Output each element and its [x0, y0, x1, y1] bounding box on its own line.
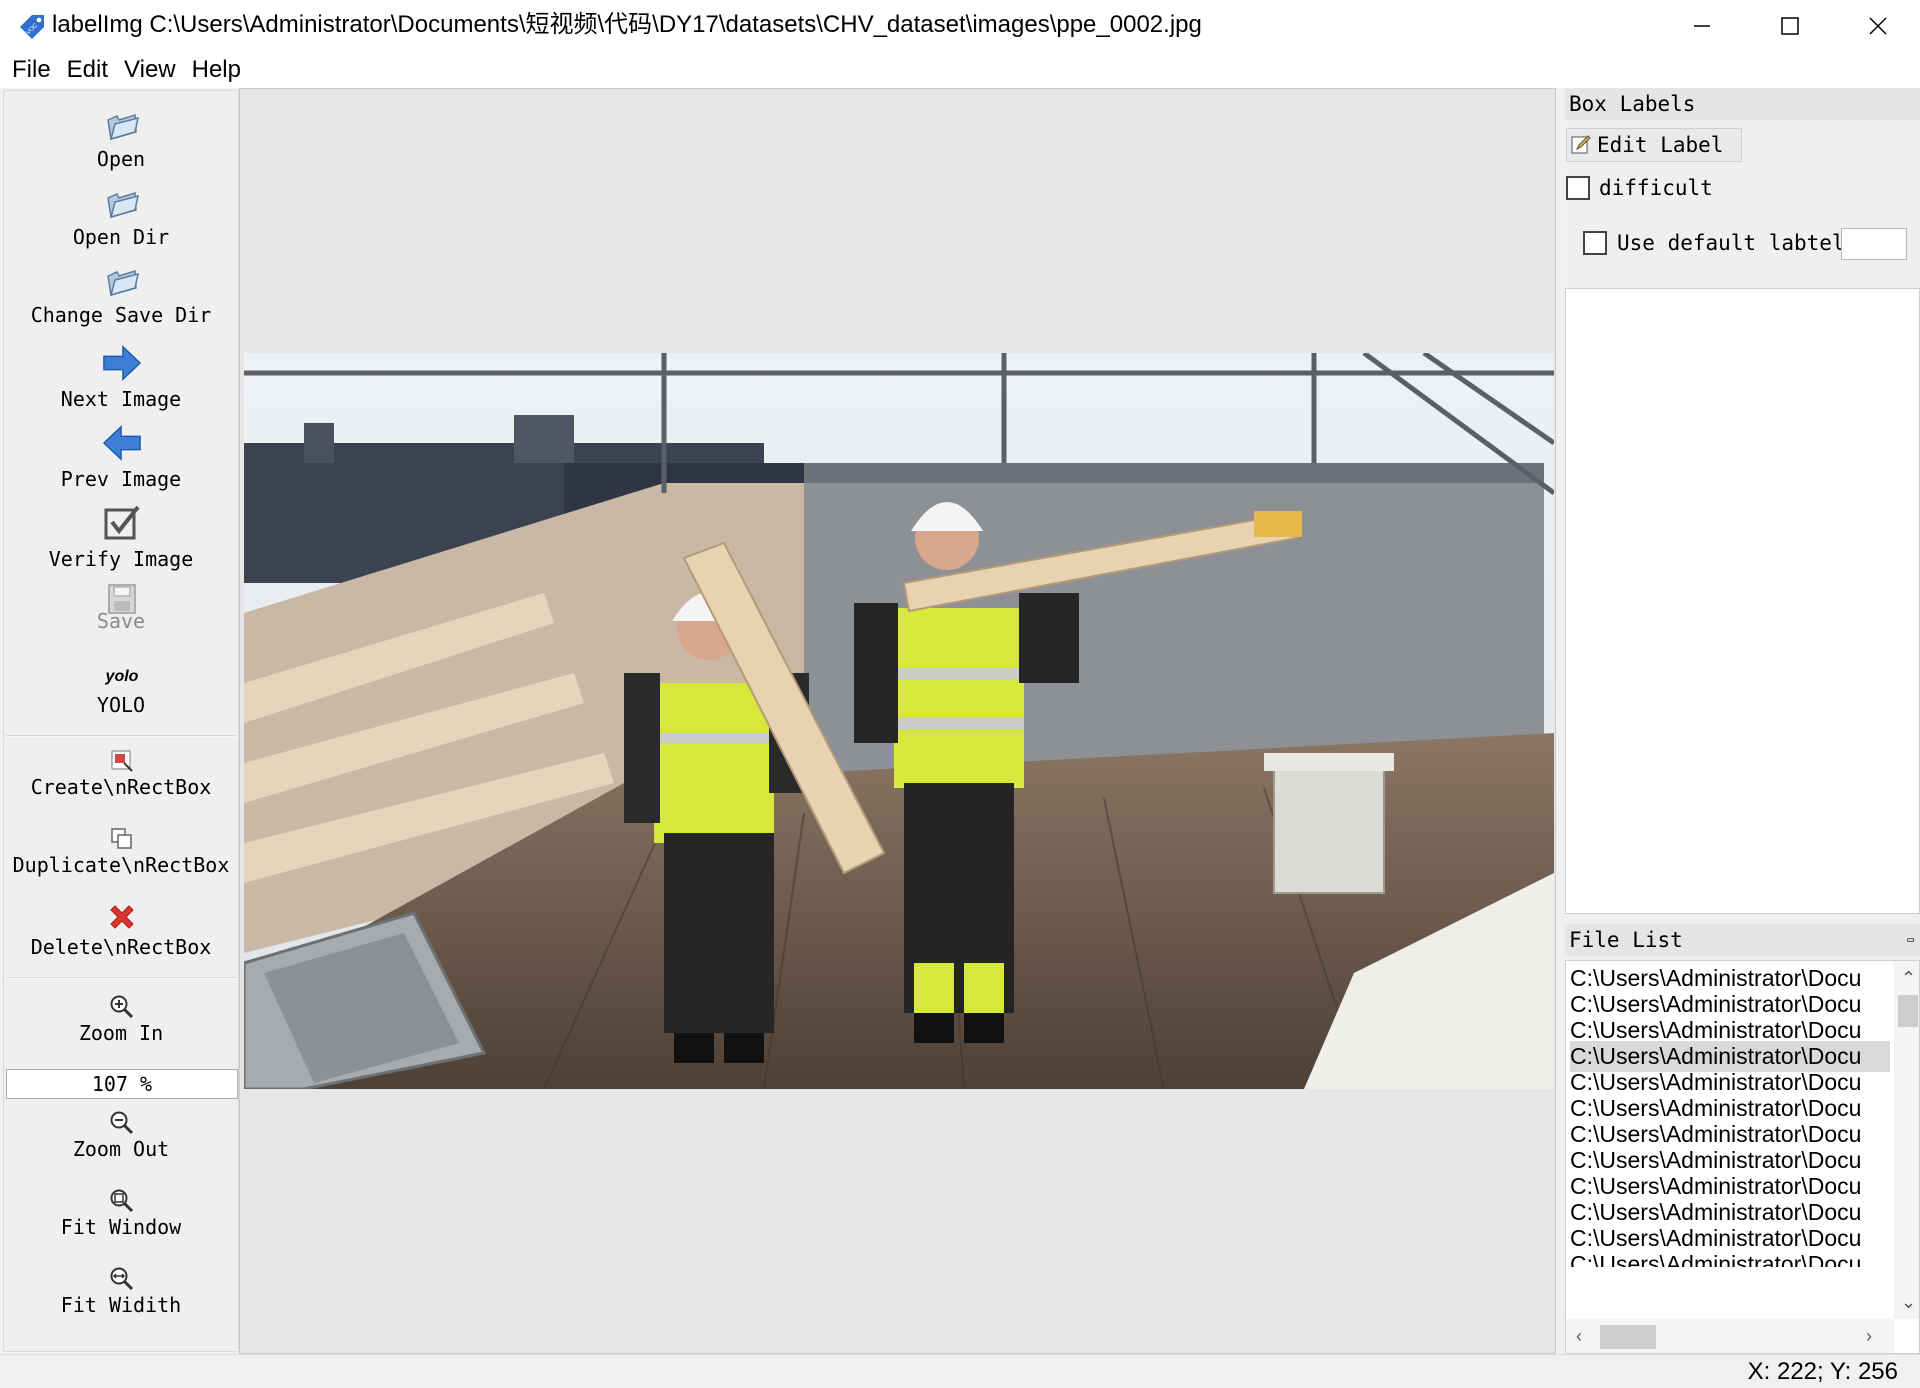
- toolbar-separator: [6, 735, 236, 737]
- scroll-down-icon[interactable]: ⌄: [1901, 1293, 1916, 1311]
- prev-image-button[interactable]: Prev Image: [4, 421, 238, 493]
- folder-open-icon: [102, 185, 142, 225]
- maximize-icon: [1781, 17, 1799, 35]
- minimize-icon: [1694, 25, 1710, 27]
- label-list[interactable]: [1565, 288, 1920, 914]
- right-dock: Box Labels Edit Label difficult Use defa…: [1563, 88, 1920, 1354]
- arrow-left-icon: [102, 423, 142, 463]
- next-image-label: Next Image: [60, 387, 182, 411]
- checkbox-checked-icon: [102, 503, 142, 543]
- fit-width-button[interactable]: Fit Widith: [4, 1259, 238, 1325]
- scroll-left-icon[interactable]: ‹: [1576, 1327, 1582, 1345]
- menu-file[interactable]: File: [4, 54, 59, 86]
- menu-view[interactable]: View: [116, 54, 184, 86]
- difficult-checkbox[interactable]: [1566, 176, 1590, 200]
- scroll-up-icon[interactable]: ⌃: [1901, 969, 1916, 987]
- folder-open-icon: [102, 107, 142, 147]
- delete-rectbox-button[interactable]: Delete\nRectBox: [4, 897, 238, 965]
- file-list-title: File List ▭: [1565, 924, 1920, 956]
- open-button[interactable]: Open: [4, 105, 238, 171]
- dock-float-icon[interactable]: ▭: [1907, 924, 1914, 956]
- zoom-out-label: Zoom Out: [72, 1137, 170, 1161]
- fit-window-label: Fit Window: [60, 1215, 182, 1239]
- use-default-label-checkbox[interactable]: [1583, 231, 1607, 255]
- create-rectbox-label: Create\nRectBox: [30, 775, 212, 799]
- zoom-in-label: Zoom In: [78, 1021, 164, 1045]
- save-label: Save: [96, 609, 146, 633]
- use-default-label-text: Use default labtel: [1617, 231, 1845, 255]
- box-labels-title: Box Labels: [1565, 88, 1920, 120]
- yolo-icon: yolo: [105, 668, 139, 685]
- folder-open-icon: [102, 263, 142, 303]
- menu-edit[interactable]: Edit: [59, 54, 116, 86]
- change-save-dir-label: Change Save Dir: [30, 303, 212, 327]
- minimize-button[interactable]: [1658, 0, 1746, 52]
- yolo-label: YOLO: [96, 693, 146, 717]
- menu-help[interactable]: Help: [184, 54, 249, 86]
- save-button[interactable]: Save: [4, 579, 238, 641]
- next-image-button[interactable]: Next Image: [4, 341, 238, 413]
- duplicate-rectbox-label: Duplicate\nRectBox: [12, 853, 230, 877]
- menu-bar: File Edit View Help: [0, 52, 1920, 88]
- default-label-input[interactable]: [1841, 228, 1907, 260]
- verify-image-label: Verify Image: [48, 547, 194, 571]
- maximize-button[interactable]: [1746, 0, 1834, 52]
- delete-x-icon: [102, 897, 142, 937]
- horizontal-scroll-thumb[interactable]: [1600, 1325, 1656, 1349]
- zoom-in-button[interactable]: Zoom In: [4, 987, 238, 1057]
- arrow-right-icon: [102, 343, 142, 383]
- open-dir-label: Open Dir: [72, 225, 170, 249]
- fit-width-label: Fit Widith: [60, 1293, 182, 1317]
- file-list-horizontal-scrollbar[interactable]: ‹ ›: [1566, 1319, 1894, 1353]
- cursor-coordinates: X: 222; Y: 256: [1747, 1358, 1898, 1385]
- open-label: Open: [96, 147, 146, 171]
- left-toolbar: Open Open Dir Change Save Dir Next Image…: [3, 90, 239, 1352]
- edit-label-button[interactable]: Edit Label: [1566, 128, 1742, 162]
- file-list[interactable]: C:\Users\Administrator\Docu C:\Users\Adm…: [1565, 960, 1920, 1354]
- yolo-format-button[interactable]: yolo YOLO: [4, 657, 238, 721]
- zoom-out-button[interactable]: Zoom Out: [4, 1103, 238, 1169]
- change-save-dir-button[interactable]: Change Save Dir: [4, 261, 238, 327]
- difficult-label: difficult: [1599, 176, 1713, 200]
- duplicate-rectbox-button[interactable]: Duplicate\nRectBox: [4, 819, 238, 885]
- file-list-vertical-scrollbar[interactable]: ⌃ ⌄: [1894, 961, 1919, 1319]
- fit-window-button[interactable]: Fit Window: [4, 1181, 238, 1247]
- prev-image-label: Prev Image: [60, 467, 182, 491]
- construction-workers-photo: [244, 353, 1554, 1089]
- edit-icon: [1571, 135, 1591, 154]
- zoom-value-field[interactable]: 107 %: [6, 1069, 238, 1099]
- image-canvas[interactable]: [239, 88, 1556, 1354]
- scroll-right-icon[interactable]: ›: [1866, 1327, 1872, 1345]
- labelimg-app-icon: VOC: [20, 15, 44, 39]
- title-bar: VOC labelImg C:\Users\Administrator\Docu…: [0, 0, 1920, 52]
- edit-label-text: Edit Label: [1597, 133, 1724, 157]
- delete-rectbox-label: Delete\nRectBox: [30, 935, 212, 959]
- toolbar-separator: [6, 977, 236, 979]
- window-title: labelImg C:\Users\Administrator\Document…: [52, 11, 1202, 38]
- verify-image-button[interactable]: Verify Image: [4, 503, 238, 573]
- vertical-scroll-thumb[interactable]: [1898, 995, 1918, 1027]
- create-rectbox-button[interactable]: Create\nRectBox: [4, 741, 238, 807]
- file-list-item[interactable]: C:\Users\Administrator\Docu: [1570, 1249, 1890, 1267]
- close-button[interactable]: [1834, 0, 1920, 52]
- open-dir-button[interactable]: Open Dir: [4, 183, 238, 249]
- close-icon: [1869, 17, 1887, 35]
- status-bar: X: 222; Y: 256: [0, 1354, 1920, 1388]
